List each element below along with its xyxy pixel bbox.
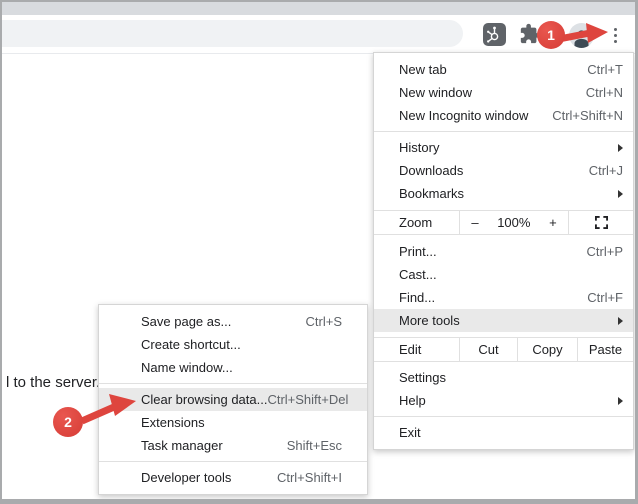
browser-inner: l to the server. New tab Ctrl+T New wind… bbox=[2, 2, 635, 499]
menu-item-label: New tab bbox=[399, 62, 447, 77]
menu-item-settings[interactable]: Settings bbox=[374, 366, 633, 389]
copy-button[interactable]: Copy bbox=[517, 338, 577, 361]
chevron-right-icon bbox=[618, 189, 623, 198]
menu-item-label: New window bbox=[399, 85, 472, 100]
chrome-main-menu: New tab Ctrl+T New window Ctrl+N New Inc… bbox=[373, 52, 634, 450]
menu-item-shortcut: Ctrl+Shift+N bbox=[552, 108, 623, 123]
browser-window: l to the server. New tab Ctrl+T New wind… bbox=[0, 0, 638, 504]
menu-item-label: Help bbox=[399, 393, 426, 408]
menu-item-shortcut: Ctrl+J bbox=[588, 163, 623, 178]
menu-item-label: Downloads bbox=[399, 163, 464, 178]
edit-row: Edit Cut Copy Paste bbox=[374, 337, 633, 362]
menu-item-bookmarks[interactable]: Bookmarks bbox=[374, 182, 633, 205]
address-bar[interactable] bbox=[2, 20, 463, 47]
menu-item-label: Find... bbox=[399, 290, 436, 305]
page-body-text: l to the server. bbox=[6, 374, 101, 391]
edit-label: Edit bbox=[399, 342, 422, 357]
menu-item-shortcut: Ctrl+F bbox=[587, 290, 623, 305]
annotation-arrow-2 bbox=[80, 394, 136, 425]
menu-item-task-manager[interactable]: Task manager Shift+Esc bbox=[99, 434, 367, 457]
menu-item-label: Extensions bbox=[141, 415, 205, 430]
menu-item-label: Settings bbox=[399, 370, 446, 385]
menu-item-label: Print... bbox=[399, 244, 437, 259]
menu-separator bbox=[374, 131, 633, 132]
menu-item-shortcut: Ctrl+T bbox=[587, 62, 623, 77]
menu-item-shortcut: Ctrl+Shift+Del bbox=[267, 392, 349, 407]
zoom-label: Zoom bbox=[399, 215, 433, 230]
chevron-right-icon bbox=[618, 143, 623, 152]
menu-item-cast[interactable]: Cast... bbox=[374, 263, 633, 286]
menu-item-more-tools[interactable]: More tools bbox=[374, 309, 633, 332]
menu-item-name-window[interactable]: Name window... bbox=[99, 356, 367, 379]
menu-item-create-shortcut[interactable]: Create shortcut... bbox=[99, 333, 367, 356]
paste-button[interactable]: Paste bbox=[577, 338, 633, 361]
menu-item-new-window[interactable]: New window Ctrl+N bbox=[374, 81, 633, 104]
menu-item-developer-tools[interactable]: Developer tools Ctrl+Shift+I bbox=[99, 466, 367, 489]
menu-item-find[interactable]: Find... Ctrl+F bbox=[374, 286, 633, 309]
menu-item-label: More tools bbox=[399, 313, 460, 328]
menu-item-label: Cast... bbox=[399, 267, 437, 282]
menu-item-label: Name window... bbox=[141, 360, 233, 375]
menu-item-label: New Incognito window bbox=[399, 108, 529, 123]
step-number: 2 bbox=[64, 414, 72, 430]
menu-separator bbox=[99, 461, 367, 462]
menu-item-save-page-as[interactable]: Save page as... Ctrl+S bbox=[99, 310, 367, 333]
menu-item-shortcut: Ctrl+P bbox=[586, 244, 623, 259]
menu-separator bbox=[99, 383, 367, 384]
menu-item-label: Clear browsing data... bbox=[141, 392, 268, 407]
step-number: 1 bbox=[547, 27, 555, 43]
menu-item-shortcut: Shift+Esc bbox=[286, 438, 342, 453]
chevron-right-icon bbox=[618, 396, 623, 405]
zoom-row: Zoom – 100% + bbox=[374, 210, 633, 235]
chevron-right-icon bbox=[618, 316, 623, 325]
menu-item-label: Task manager bbox=[141, 438, 223, 453]
zoom-value: 100% bbox=[497, 215, 531, 230]
menu-item-shortcut: Ctrl+Shift+I bbox=[276, 470, 342, 485]
menu-item-downloads[interactable]: Downloads Ctrl+J bbox=[374, 159, 633, 182]
menu-item-label: Bookmarks bbox=[399, 186, 465, 201]
menu-item-shortcut: Ctrl+S bbox=[305, 314, 342, 329]
menu-item-label: Save page as... bbox=[141, 314, 232, 329]
menu-item-print[interactable]: Print... Ctrl+P bbox=[374, 240, 633, 263]
menu-item-help[interactable]: Help bbox=[374, 389, 633, 412]
menu-item-history[interactable]: History bbox=[374, 136, 633, 159]
menu-item-new-incognito-window[interactable]: New Incognito window Ctrl+Shift+N bbox=[374, 104, 633, 127]
annotation-step-1: 1 bbox=[537, 21, 565, 49]
menu-item-label: Create shortcut... bbox=[141, 337, 241, 352]
annotation-step-2: 2 bbox=[53, 407, 83, 437]
menu-item-new-tab[interactable]: New tab Ctrl+T bbox=[374, 58, 633, 81]
fullscreen-button[interactable] bbox=[569, 211, 633, 234]
fullscreen-icon bbox=[594, 216, 608, 229]
menu-separator bbox=[374, 416, 633, 417]
menu-item-label: Exit bbox=[399, 425, 421, 440]
sprocket-badge-icon[interactable] bbox=[483, 23, 506, 46]
menu-item-label: Developer tools bbox=[141, 470, 232, 485]
menu-item-label: History bbox=[399, 140, 440, 155]
zoom-in-button[interactable]: + bbox=[545, 215, 561, 230]
menu-item-exit[interactable]: Exit bbox=[374, 421, 633, 444]
zoom-controls: – 100% + bbox=[459, 211, 569, 234]
zoom-out-button[interactable]: – bbox=[467, 215, 482, 230]
menu-item-shortcut: Ctrl+N bbox=[585, 85, 623, 100]
cut-button[interactable]: Cut bbox=[459, 338, 517, 361]
tab-strip bbox=[2, 2, 635, 15]
